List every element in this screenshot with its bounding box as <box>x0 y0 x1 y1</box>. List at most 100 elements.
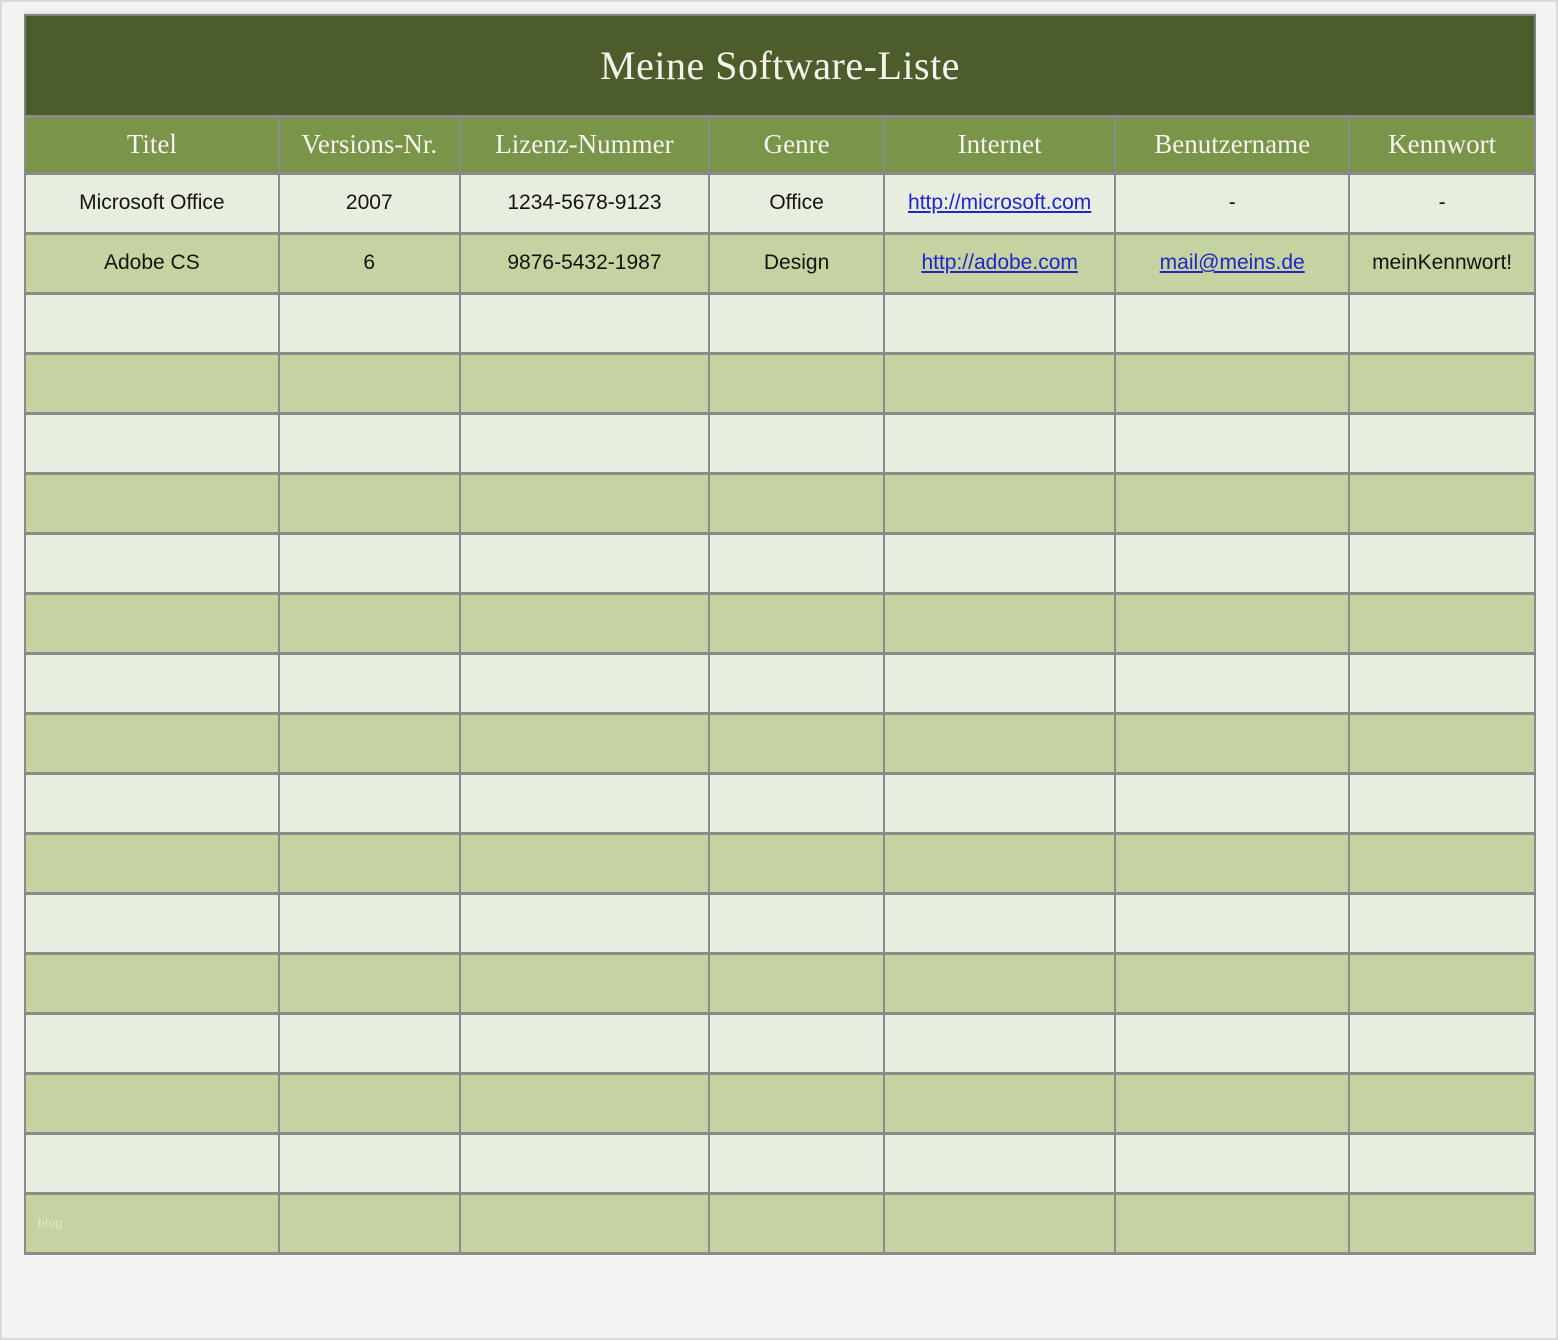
empty-table-cell <box>709 593 884 653</box>
empty-table-cell <box>1349 1073 1535 1133</box>
empty-table-cell <box>1115 293 1349 353</box>
table-body: Microsoft Office20071234-5678-9123Office… <box>25 173 1535 1253</box>
empty-table-cell <box>279 953 460 1013</box>
empty-table-cell <box>279 533 460 593</box>
empty-table-cell <box>884 773 1115 833</box>
empty-table-cell <box>460 473 709 533</box>
empty-table-cell <box>709 953 884 1013</box>
cell-link[interactable]: mail@meins.de <box>1160 251 1305 274</box>
empty-table-cell <box>279 713 460 773</box>
empty-table-cell <box>279 413 460 473</box>
table-cell: mail@meins.de <box>1115 233 1349 293</box>
empty-table-cell <box>1115 1073 1349 1133</box>
empty-table-row <box>25 413 1535 473</box>
empty-table-cell <box>279 773 460 833</box>
empty-table-row <box>25 533 1535 593</box>
table-cell: Adobe CS <box>25 233 279 293</box>
empty-table-cell <box>884 713 1115 773</box>
table-cell: http://adobe.com <box>884 233 1115 293</box>
empty-table-cell <box>1349 1133 1535 1193</box>
empty-table-cell <box>460 1193 709 1253</box>
empty-table-cell <box>1115 413 1349 473</box>
table-cell: Office <box>709 173 884 233</box>
column-header-benutzername: Benutzername <box>1115 116 1349 173</box>
empty-table-cell <box>25 1013 279 1073</box>
empty-table-cell <box>1115 533 1349 593</box>
empty-table-cell <box>709 833 884 893</box>
empty-table-cell <box>884 353 1115 413</box>
empty-table-cell <box>460 533 709 593</box>
column-header-titel: Titel <box>25 116 279 173</box>
empty-table-cell <box>884 1013 1115 1073</box>
empty-table-cell <box>709 533 884 593</box>
empty-table-cell <box>25 293 279 353</box>
empty-table-cell <box>709 713 884 773</box>
empty-table-cell <box>1115 1013 1349 1073</box>
empty-table-cell <box>25 1133 279 1193</box>
empty-table-cell <box>460 1133 709 1193</box>
empty-table-cell <box>25 353 279 413</box>
empty-table-cell <box>25 1073 279 1133</box>
empty-table-cell <box>1115 353 1349 413</box>
empty-table-cell <box>1349 713 1535 773</box>
empty-table-row <box>25 473 1535 533</box>
empty-table-cell <box>279 473 460 533</box>
column-header-genre: Genre <box>709 116 884 173</box>
empty-table-cell <box>460 653 709 713</box>
empty-table-row <box>25 1013 1535 1073</box>
empty-table-row <box>25 953 1535 1013</box>
table-cell: 9876-5432-1987 <box>460 233 709 293</box>
empty-table-cell <box>1115 593 1349 653</box>
empty-table-cell <box>460 1013 709 1073</box>
empty-table-cell <box>460 353 709 413</box>
empty-table-cell <box>1115 653 1349 713</box>
empty-table-cell <box>709 413 884 473</box>
empty-table-cell <box>25 593 279 653</box>
empty-table-cell <box>884 593 1115 653</box>
empty-table-cell <box>460 893 709 953</box>
empty-table-cell <box>25 893 279 953</box>
empty-table-cell <box>884 533 1115 593</box>
table-cell: http://microsoft.com <box>884 173 1115 233</box>
table-cell: 1234-5678-9123 <box>460 173 709 233</box>
table-cell: 2007 <box>279 173 460 233</box>
table-cell: - <box>1349 173 1535 233</box>
table-row: Adobe CS69876-5432-1987Designhttp://adob… <box>25 233 1535 293</box>
empty-table-cell <box>1115 1133 1349 1193</box>
empty-table-cell <box>709 773 884 833</box>
empty-table-cell <box>25 833 279 893</box>
empty-table-row <box>25 1073 1535 1133</box>
empty-table-cell <box>25 653 279 713</box>
empty-table-cell <box>1349 893 1535 953</box>
empty-table-cell <box>460 293 709 353</box>
empty-table-cell <box>1349 653 1535 713</box>
empty-table-cell <box>1349 1193 1535 1253</box>
empty-table-cell <box>279 1193 460 1253</box>
cell-link[interactable]: http://microsoft.com <box>908 191 1091 214</box>
watermark: blog <box>38 1216 63 1230</box>
empty-table-cell <box>460 413 709 473</box>
empty-table-cell <box>709 353 884 413</box>
empty-table-row <box>25 653 1535 713</box>
empty-table-cell <box>709 1133 884 1193</box>
empty-table-cell <box>1115 473 1349 533</box>
empty-table-cell <box>460 773 709 833</box>
empty-table-cell <box>279 833 460 893</box>
table-row: Microsoft Office20071234-5678-9123Office… <box>25 173 1535 233</box>
empty-table-cell <box>884 1133 1115 1193</box>
empty-table-cell <box>25 713 279 773</box>
empty-table-cell <box>25 473 279 533</box>
empty-table-row <box>25 833 1535 893</box>
title-row: Meine Software-Liste <box>25 15 1535 116</box>
empty-table-cell <box>884 653 1115 713</box>
cell-link[interactable]: http://adobe.com <box>921 251 1077 274</box>
empty-table-cell <box>460 593 709 653</box>
table-title: Meine Software-Liste <box>25 15 1535 116</box>
empty-table-row <box>25 713 1535 773</box>
empty-table-cell <box>279 1133 460 1193</box>
table-cell: - <box>1115 173 1349 233</box>
table-cell: meinKennwort! <box>1349 233 1535 293</box>
empty-table-cell <box>884 833 1115 893</box>
empty-table-cell <box>1349 1013 1535 1073</box>
column-header-internet: Internet <box>884 116 1115 173</box>
